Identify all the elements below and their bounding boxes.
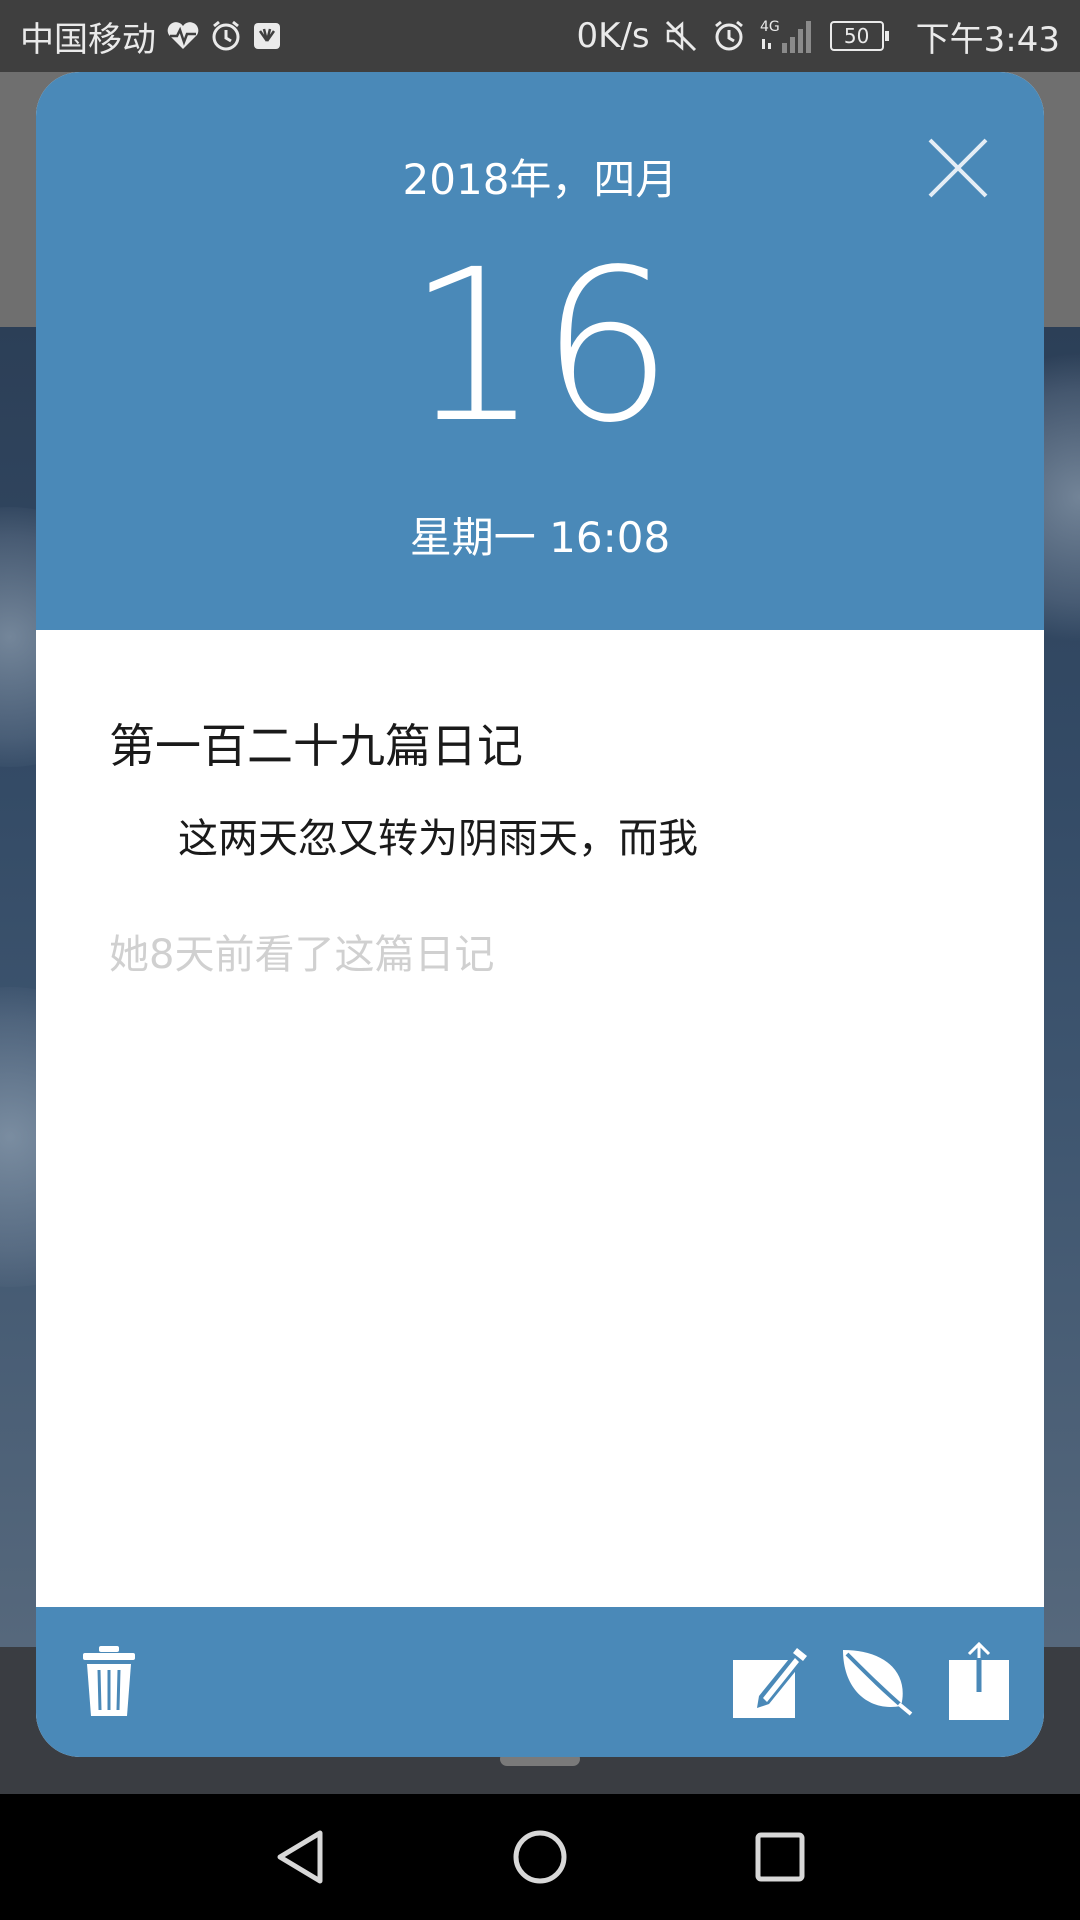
alarm-app-icon bbox=[210, 20, 242, 52]
back-icon bbox=[277, 1830, 323, 1884]
network-type-label: 4G bbox=[760, 19, 780, 35]
leaf-icon bbox=[843, 1650, 913, 1716]
read-status: 她8天前看了这篇日记 bbox=[109, 932, 495, 978]
close-button[interactable] bbox=[922, 132, 994, 204]
heart-rate-icon bbox=[166, 21, 200, 51]
navigation-bar bbox=[0, 1794, 1080, 1920]
diary-card: 2018年，四月 16 星期一 16:08 第一百二十九篇日记 这两天忽又转为阴… bbox=[36, 72, 1044, 1757]
edit-icon bbox=[733, 1648, 807, 1718]
status-time: 下午3:43 bbox=[915, 19, 1060, 60]
battery-icon: 50 bbox=[829, 21, 889, 51]
close-icon bbox=[928, 138, 988, 198]
diary-title: 第一百二十九篇日记 bbox=[109, 719, 523, 773]
delete-icon bbox=[83, 1646, 135, 1716]
diary-card-header: 2018年，四月 16 星期一 16:08 bbox=[36, 72, 1044, 630]
alarm-clock-icon bbox=[712, 19, 746, 53]
recents-icon bbox=[755, 1832, 805, 1882]
diary-content: 这两天忽又转为阴雨天，而我 bbox=[178, 816, 698, 862]
delete-button[interactable] bbox=[64, 1637, 154, 1727]
leaf-button[interactable] bbox=[832, 1637, 922, 1727]
recents-button[interactable] bbox=[740, 1817, 820, 1897]
day-number: 16 bbox=[406, 224, 674, 469]
status-bar: 中国移动 0K/s 4G 50 下午3:43 bbox=[0, 0, 1080, 72]
diary-card-body[interactable]: 第一百二十九篇日记 这两天忽又转为阴雨天，而我 她8天前看了这篇日记 bbox=[36, 630, 1044, 1607]
carrier-label: 中国移动 bbox=[20, 19, 156, 60]
huawei-app-icon bbox=[252, 21, 282, 51]
net-speed-label: 0K/s bbox=[576, 16, 650, 56]
back-button[interactable] bbox=[260, 1817, 340, 1897]
diary-card-footer bbox=[36, 1607, 1044, 1757]
home-icon bbox=[513, 1830, 567, 1884]
home-button[interactable] bbox=[500, 1817, 580, 1897]
share-button[interactable] bbox=[934, 1637, 1024, 1727]
edit-button[interactable] bbox=[726, 1637, 816, 1727]
mute-icon bbox=[664, 19, 698, 53]
share-icon bbox=[949, 1642, 1009, 1720]
weekday-time: 星期一 16:08 bbox=[409, 513, 671, 562]
screen: 中国移动 0K/s 4G 50 下午3:43 2018年，四月 16 星期一 1… bbox=[0, 0, 1080, 1920]
signal-icon: 4G bbox=[760, 17, 816, 55]
month-label: 2018年，四月 bbox=[402, 155, 678, 204]
